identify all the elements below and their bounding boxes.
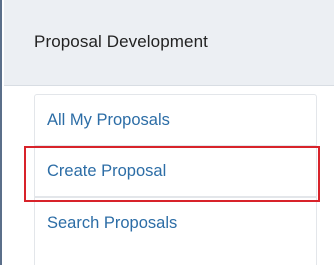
proposal-development-panel: Proposal Development All My Proposals Cr…	[0, 0, 334, 265]
all-my-proposals-link[interactable]: All My Proposals	[34, 94, 317, 146]
panel-header: Proposal Development	[4, 0, 334, 86]
search-proposals-link[interactable]: Search Proposals	[34, 197, 317, 265]
proposal-menu-list: All My Proposals Create Proposal Search …	[34, 94, 317, 265]
panel-body: All My Proposals Create Proposal Search …	[4, 86, 334, 265]
panel-title: Proposal Development	[34, 32, 208, 51]
create-proposal-link[interactable]: Create Proposal	[34, 145, 317, 197]
